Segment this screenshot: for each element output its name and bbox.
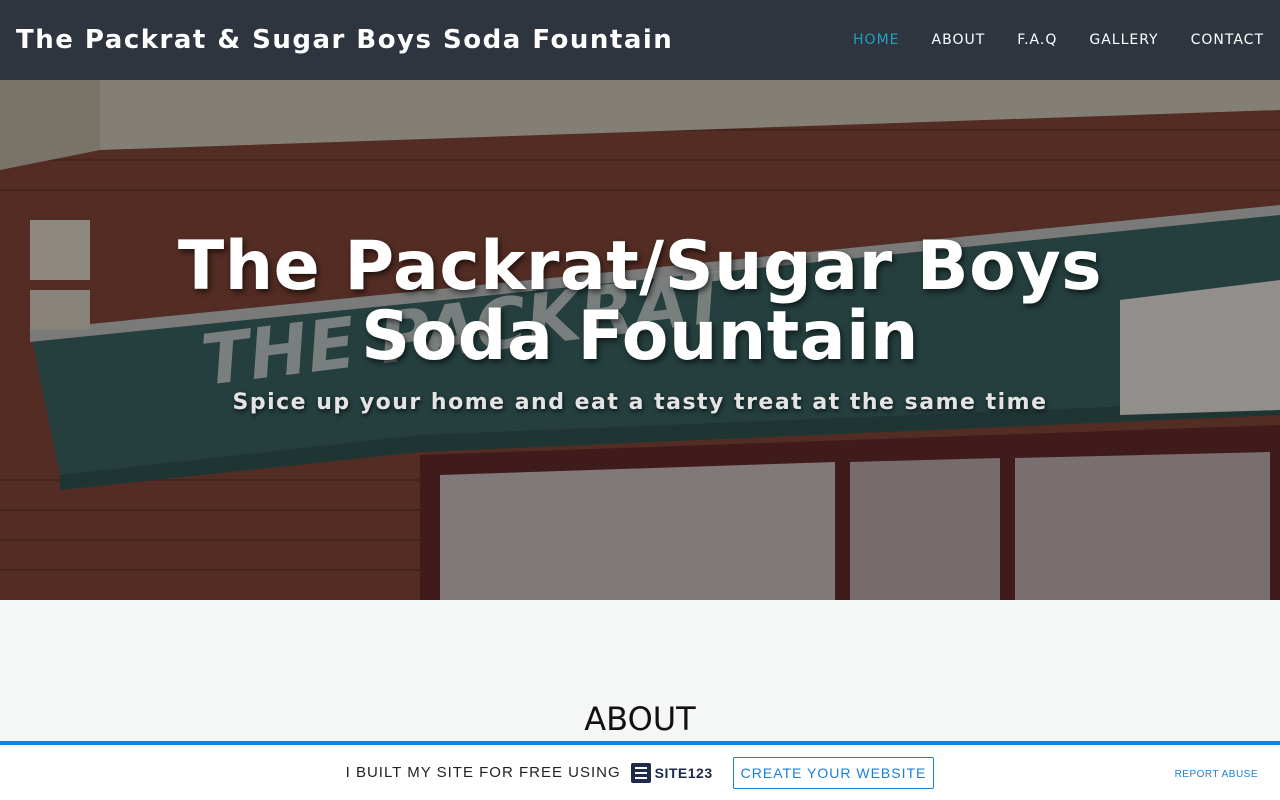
nav-about[interactable]: ABOUT <box>932 32 986 48</box>
site123-logo-icon <box>630 762 651 783</box>
promo-banner: I BUILT MY SITE FOR FREE USING SITE123 C… <box>0 741 1280 800</box>
nav-gallery[interactable]: GALLERY <box>1089 32 1158 48</box>
site-header: The Packrat & Sugar Boys Soda Fountain H… <box>0 0 1280 80</box>
hero-subtitle: Spice up your home and eat a tasty treat… <box>232 390 1048 415</box>
site-brand[interactable]: The Packrat & Sugar Boys Soda Fountain <box>16 25 673 55</box>
nav-faq[interactable]: F.A.Q <box>1017 32 1057 48</box>
report-abuse-link[interactable]: REPORT ABUSE <box>1175 769 1258 780</box>
main-nav: HOME ABOUT F.A.Q GALLERY CONTACT <box>821 0 1264 80</box>
about-heading: ABOUT <box>584 700 696 738</box>
create-website-button[interactable]: CREATE YOUR WEBSITE <box>732 756 935 789</box>
nav-home[interactable]: HOME <box>853 32 899 48</box>
site123-logo-text: SITE123 <box>654 764 713 781</box>
hero-title: The Packrat/Sugar Boys Soda Fountain <box>177 227 1103 376</box>
nav-contact[interactable]: CONTACT <box>1191 32 1264 48</box>
hero-section: THE PACKRAT The Packrat/Sugar Boys Soda … <box>0 80 1280 600</box>
site123-logo[interactable]: SITE123 <box>630 762 713 783</box>
promo-text: I BUILT MY SITE FOR FREE USING <box>345 764 621 781</box>
